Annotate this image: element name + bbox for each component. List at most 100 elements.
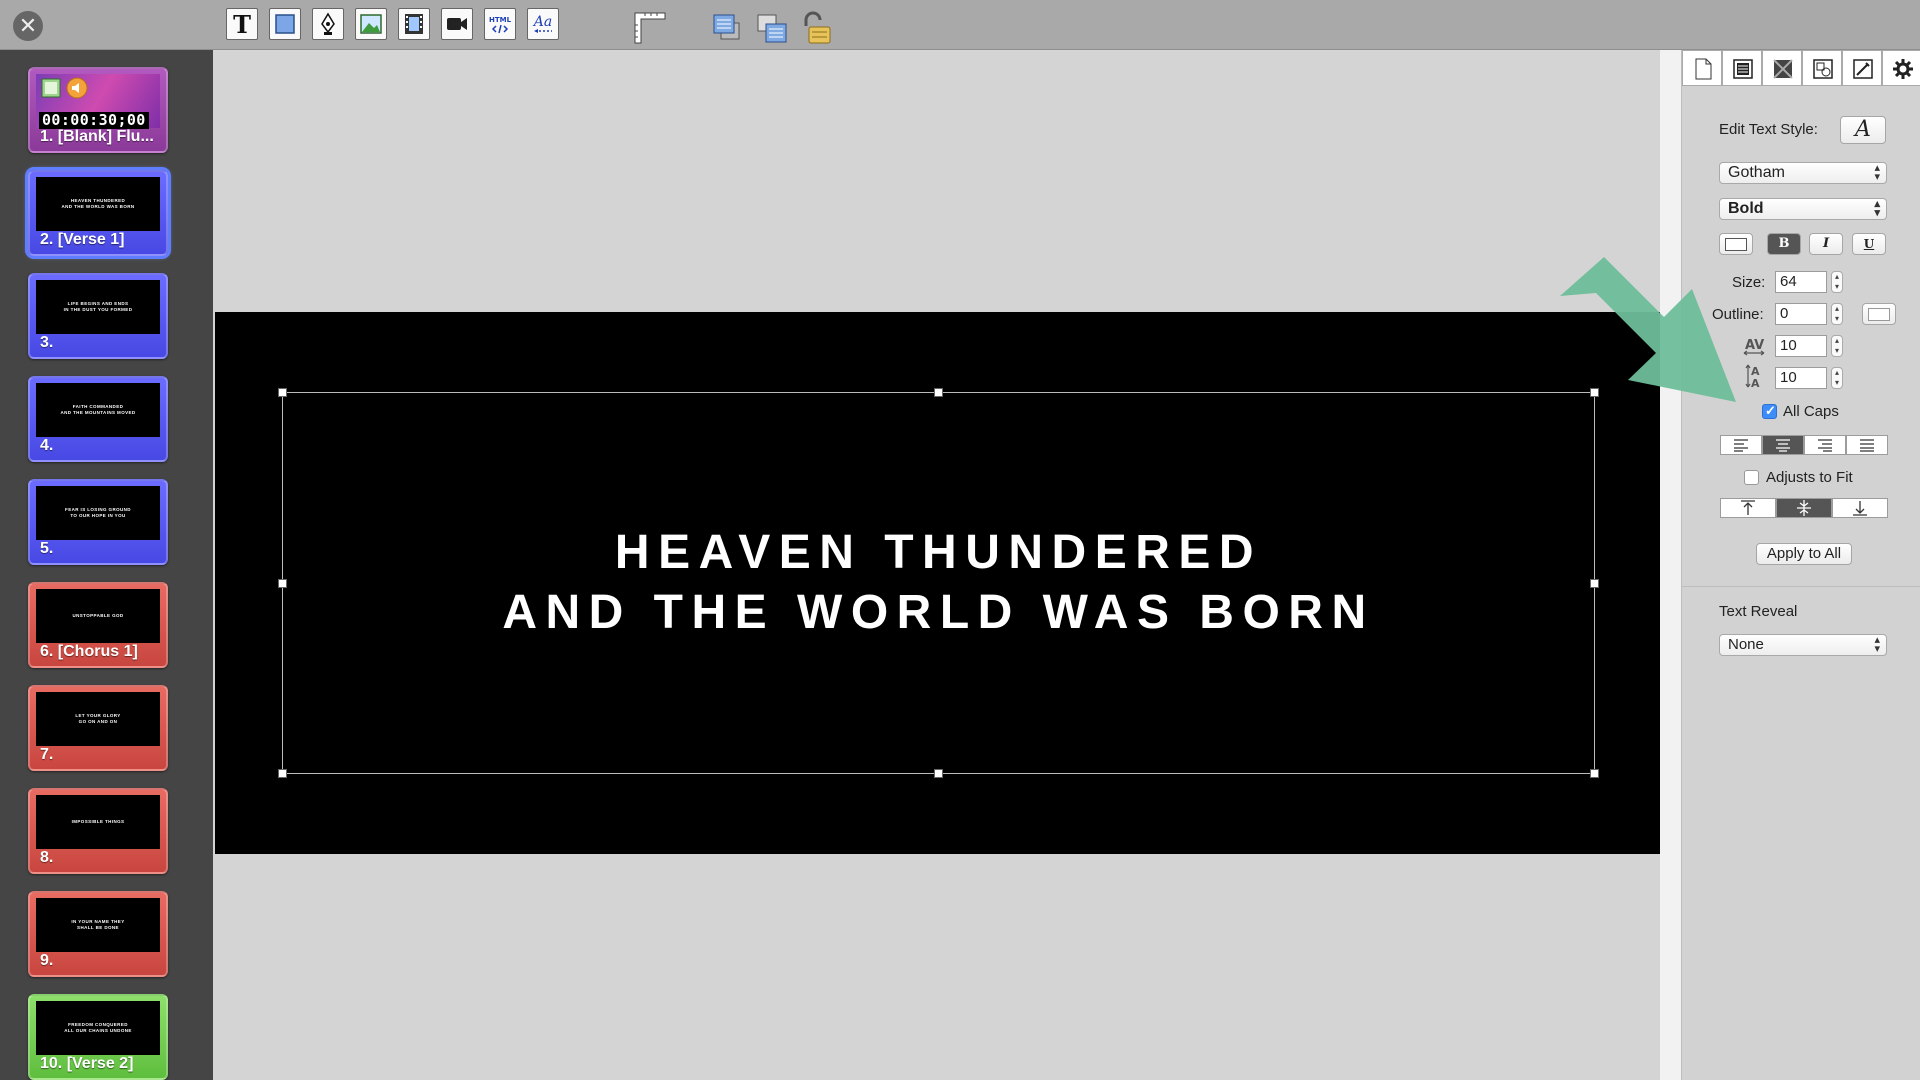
slide-thumbnail: LET YOUR GLORY GO ON AND ON [36,692,160,746]
bring-forward-icon[interactable] [708,8,740,40]
slide-canvas[interactable]: HEAVEN THUNDERED AND THE WORLD WAS BORN [215,312,1660,854]
page-icon[interactable] [1682,50,1722,86]
gear-icon[interactable] [1882,50,1920,86]
valign-bottom-icon [1853,501,1867,516]
text-box[interactable]: HEAVEN THUNDERED AND THE WORLD WAS BORN [278,388,1599,778]
outline-color-button[interactable] [1862,303,1896,325]
slide-6[interactable]: UNSTOPPABLE GOD 6. [Chorus 1] [28,582,168,668]
bold-button[interactable]: B [1767,233,1801,255]
live-video-tool-icon[interactable] [441,8,473,40]
slide-thumbnail: UNSTOPPABLE GOD [36,589,160,643]
apply-to-all-button[interactable]: Apply to All [1756,543,1852,565]
slide-list: 00:00:30;00 1. [Blank] Flu... HEAVEN THU… [0,50,213,1080]
slide-thumbnail: HEAVEN THUNDERED AND THE WORLD WAS BORN [36,177,160,231]
resize-handle-left[interactable] [278,579,287,588]
align-center-button[interactable] [1762,435,1804,455]
font-family-value: Gotham [1728,164,1785,181]
lock-icon[interactable] [796,8,831,44]
toolbar: ✕ T HTML Aa [0,0,1920,50]
resize-handle-right[interactable] [1590,579,1599,588]
edit-text-style-label: Edit Text Style: [1719,121,1818,138]
video-media-icon [41,78,61,98]
line-spacing-stepper[interactable]: ▴ ▾ [1831,367,1843,389]
slide-9[interactable]: IN YOUR NAME THEY SHALL BE DONE 9. [28,891,168,977]
resize-handle-top[interactable] [934,388,943,397]
canvas-area: HEAVEN THUNDERED AND THE WORLD WAS BORN [215,50,1660,1080]
kerning-field[interactable]: 10 [1775,335,1827,357]
slide-thumbnail: FEAR IS LOSING GROUND TO OUR HOPE IN YOU [36,486,160,540]
underline-button[interactable]: U [1852,233,1886,255]
font-weight-select[interactable]: Bold ▴ ▾ [1719,198,1887,220]
slide-2[interactable]: HEAVEN THUNDERED AND THE WORLD WAS BORN … [28,170,168,256]
ticker-tool-glyph: Aa [532,14,552,30]
resize-handle-top-left[interactable] [278,388,287,397]
slide-thumbnail: LIFE BEGINS AND ENDS IN THE DUST YOU FOR… [36,280,160,334]
adjusts-to-fit-checkbox[interactable] [1744,470,1759,485]
valign-top-icon [1741,500,1755,515]
resize-handle-bottom-right[interactable] [1590,769,1599,778]
slide-5[interactable]: FEAR IS LOSING GROUND TO OUR HOPE IN YOU… [28,479,168,565]
slide-label: 2. [Verse 1] [40,231,125,248]
close-icon[interactable]: ✕ [13,11,43,41]
slide-label: 10. [Verse 2] [40,1055,134,1072]
outline-field[interactable]: 0 [1775,303,1827,325]
slide-label: 1. [Blank] Flu... [40,128,154,145]
resize-handle-bottom-left[interactable] [278,769,287,778]
image-tool-icon[interactable] [355,8,387,40]
slide-thumbnail: 00:00:30;00 [36,74,160,129]
italic-button[interactable]: I [1809,233,1843,255]
slide-label: 8. [40,849,54,866]
annotation-arrow-icon [1560,257,1736,402]
lyric-text: HEAVEN THUNDERED AND THE WORLD WAS BORN [502,523,1374,643]
text-tool-icon[interactable]: T [226,8,258,40]
align-left-icon [1734,439,1748,452]
slide-3[interactable]: LIFE BEGINS AND ENDS IN THE DUST YOU FOR… [28,273,168,359]
slide-1[interactable]: 00:00:30;00 1. [Blank] Flu... [28,67,168,153]
line-spacing-field[interactable]: 10 [1775,367,1827,389]
slide-8[interactable]: IMPOSSIBLE THINGS 8. [28,788,168,874]
inspector-gutter [1660,50,1681,1080]
edit-icon[interactable] [1842,50,1882,86]
slide-10[interactable]: FREEDOM CONQUERED ALL OUR CHAINS UNDONE … [28,994,168,1080]
slide-label: 5. [40,540,54,557]
outline-stepper[interactable]: ▴ ▾ [1831,303,1843,325]
html-tool-icon[interactable]: HTML [484,8,516,40]
pen-tool-icon[interactable] [312,8,344,40]
text-reveal-select[interactable]: None ▴ ▾ [1719,634,1887,656]
layout-icon[interactable] [1722,50,1762,86]
slide-thumbnail: FREEDOM CONQUERED ALL OUR CHAINS UNDONE [36,1001,160,1055]
send-backward-icon[interactable] [752,8,787,43]
color-swatch [1868,308,1890,321]
align-justify-icon [1860,439,1874,452]
resize-handle-bottom[interactable] [934,769,943,778]
lyric-line-1: HEAVEN THUNDERED [614,526,1263,579]
valign-top-button[interactable] [1720,498,1776,518]
slide-4[interactable]: FAITH COMMANDED AND THE MOUNTAINS MOVED … [28,376,168,462]
edit-text-style-button[interactable]: A [1840,116,1886,144]
ticker-tool-icon[interactable]: Aa [527,8,559,40]
valign-middle-icon [1797,500,1811,516]
font-family-select[interactable]: Gotham ▴ ▾ [1719,162,1887,184]
align-justify-button[interactable] [1846,435,1888,455]
video-tool-icon[interactable] [398,8,430,40]
kerning-stepper[interactable]: ▴ ▾ [1831,335,1843,357]
size-field[interactable]: 64 [1775,271,1827,293]
chevron-updown-icon: ▴ ▾ [1874,634,1880,655]
align-left-button[interactable] [1720,435,1762,455]
ruler-icon[interactable] [630,8,666,44]
text-reveal-value: None [1728,636,1764,653]
shapes-icon[interactable] [1802,50,1842,86]
font-weight-value: Bold [1728,200,1764,217]
size-stepper[interactable]: ▴ ▾ [1831,271,1843,293]
valign-bottom-button[interactable] [1832,498,1888,518]
background-icon[interactable] [1762,50,1802,86]
slide-thumbnail: IMPOSSIBLE THINGS [36,795,160,849]
audio-media-icon [66,77,88,99]
all-caps-checkbox[interactable] [1762,403,1777,419]
align-right-button[interactable] [1804,435,1846,455]
valign-middle-button[interactable] [1776,498,1832,518]
shape-tool-icon[interactable] [269,8,301,40]
chevron-updown-icon: ▴ ▾ [1874,198,1880,219]
slide-7[interactable]: LET YOUR GLORY GO ON AND ON 7. [28,685,168,771]
inspector-panel: Edit Text Style: A Gotham ▴ ▾ Bold ▴ ▾ B I… [1681,50,1920,1080]
